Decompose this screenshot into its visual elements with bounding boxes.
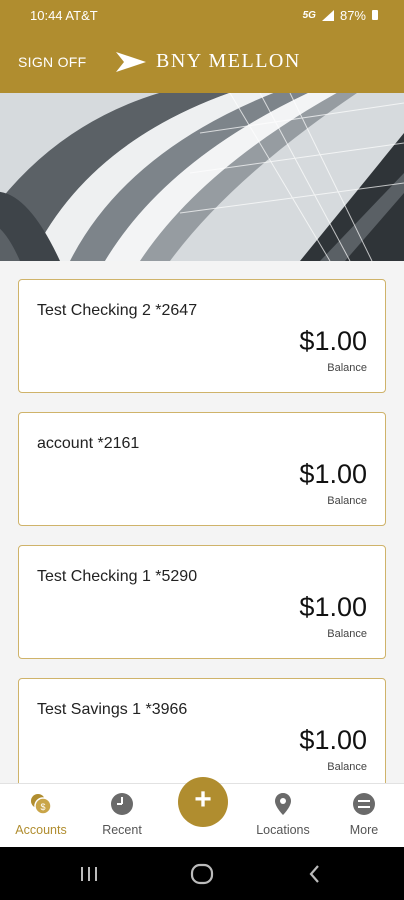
account-name: Test Checking 1 *5290 <box>37 568 198 585</box>
account-card[interactable]: account *2161 $1.00 Balance <box>18 412 386 526</box>
tab-label: Recent <box>102 823 142 837</box>
account-card[interactable]: Test Savings 1 *3966 $1.00 Balance <box>18 678 386 783</box>
sign-off-button[interactable]: SIGN OFF <box>18 54 87 70</box>
location-pin-icon <box>275 793 291 815</box>
balance-label: Balance <box>327 495 367 507</box>
android-navigation-bar <box>0 847 404 900</box>
account-balance: $1.00 <box>299 725 367 755</box>
account-list: Test Checking 2 *2647 $1.00 Balance acco… <box>0 261 404 783</box>
tab-label: Accounts <box>15 823 67 837</box>
battery-icon <box>372 10 378 20</box>
balance-label: Balance <box>327 628 367 640</box>
battery-percent: 87% <box>339 7 366 23</box>
balance-label: Balance <box>327 761 367 773</box>
tab-more[interactable]: More <box>324 784 404 848</box>
account-name: Test Savings 1 *3966 <box>37 701 188 718</box>
signal-icon <box>321 9 334 21</box>
tab-recent[interactable]: Recent <box>82 784 162 848</box>
back-icon[interactable] <box>302 861 328 887</box>
account-balance: $1.00 <box>299 459 367 489</box>
account-card[interactable]: Test Checking 2 *2647 $1.00 Balance <box>18 279 386 393</box>
add-button[interactable]: + <box>178 777 228 827</box>
status-indicators: 5G 87% <box>303 8 378 23</box>
tab-locations[interactable]: Locations <box>243 784 323 848</box>
account-balance: $1.00 <box>299 326 367 356</box>
bottom-tab-bar: $ Accounts Recent + Locations More <box>0 777 404 848</box>
account-name: Test Checking 2 *2647 <box>37 302 198 319</box>
bny-mellon-logo: BNY MELLON <box>116 50 301 73</box>
tab-label: More <box>349 823 379 837</box>
status-time: 10:44 AT&T <box>30 7 98 23</box>
status-bar: 10:44 AT&T 5G 87% <box>0 0 404 30</box>
hero-image-art <box>0 93 404 261</box>
logo-text: BNY MELLON <box>156 50 301 72</box>
logo-arrow-icon <box>116 51 146 72</box>
recent-apps-icon[interactable] <box>76 861 102 887</box>
hero-architecture-image <box>0 93 404 261</box>
tab-label: Locations <box>256 823 310 837</box>
more-menu-icon <box>353 793 375 815</box>
tab-accounts[interactable]: $ Accounts <box>1 784 81 848</box>
network-type: 5G <box>302 9 316 21</box>
app-header: SIGN OFF BNY MELLON <box>0 30 404 93</box>
home-icon[interactable] <box>189 861 215 887</box>
clock-icon <box>111 793 133 815</box>
account-card[interactable]: Test Checking 1 *5290 $1.00 Balance <box>18 545 386 659</box>
account-name: account *2161 <box>37 435 140 452</box>
coins-icon: $ <box>31 794 52 815</box>
balance-label: Balance <box>327 362 367 374</box>
account-balance: $1.00 <box>299 592 367 622</box>
svg-text:$: $ <box>40 802 45 812</box>
